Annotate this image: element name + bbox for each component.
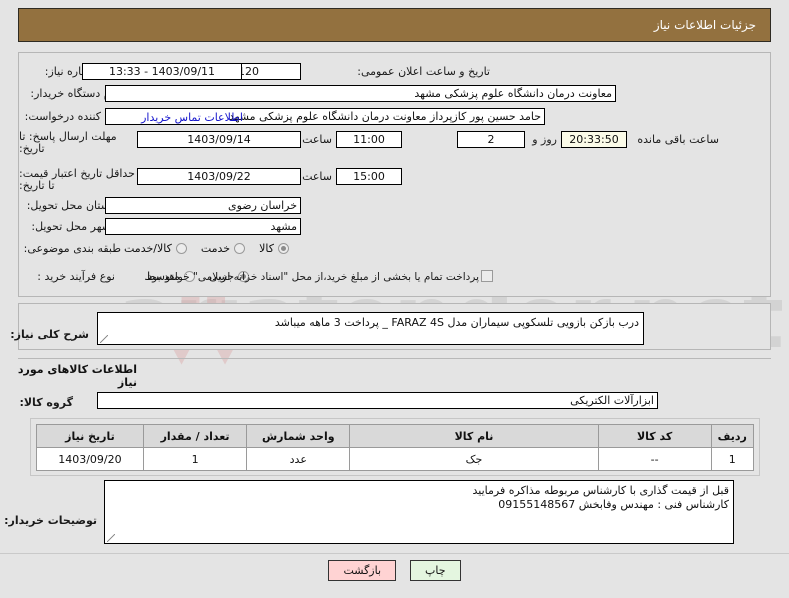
back-button[interactable]: بازگشت — [328, 560, 397, 581]
radio-icon-khedmat[interactable] — [234, 242, 246, 254]
checkbox-icon-treasury[interactable] — [481, 270, 493, 282]
action-button-bar: چاپ بازگشت — [0, 560, 789, 581]
category-option-kala[interactable]: کالا — [259, 242, 289, 255]
buyer-notes-label: توضیحات خریدار: — [4, 514, 97, 527]
remaining-days-label: روز و — [532, 133, 557, 146]
goods-col-date: تاریخ نیاز — [36, 424, 144, 448]
goods-col-unit: واحد شمارش — [246, 424, 351, 448]
deadline-date: 1403/09/14 — [137, 131, 301, 148]
cell-unit: عدد — [246, 447, 351, 471]
divider-bottom — [0, 553, 789, 554]
deadline-hour: 11:00 — [336, 131, 402, 148]
category-option-kala-label: کالا — [259, 241, 274, 255]
public-announce-date: 1403/09/11 - 13:33 — [82, 63, 242, 80]
province-label: استان محل تحویل: — [26, 199, 113, 212]
cell-radif: 1 — [710, 447, 755, 471]
buyer-contact-link[interactable]: اطلاعات تماس خریدار — [141, 111, 243, 124]
buyer-notes-line2: کارشناس فنی : مهندس وفابخش 09155148567 — [498, 498, 729, 511]
radio-icon-kala[interactable] — [278, 242, 289, 254]
print-button[interactable]: چاپ — [410, 560, 461, 581]
table-row: 1 -- جک عدد 1 1403/09/20 — [36, 447, 755, 471]
category-option-khedmat-label: خدمت — [200, 241, 231, 255]
cell-qty: 1 — [142, 447, 248, 471]
category-option-kala-khedmat[interactable]: کالا/خدمت — [124, 242, 187, 255]
remaining-time: 20:33:50 — [561, 131, 627, 148]
buyer-notes-textarea[interactable]: قبل از قیمت گذاری با کارشناس مربوطه مذاک… — [104, 480, 734, 544]
remaining-suffix-label: ساعت باقی مانده — [637, 133, 719, 146]
description-textarea[interactable]: درب بازکن بازویی تلسکوپی سیماران مدل FAR… — [97, 312, 644, 345]
treasury-checkbox-label: پرداخت تمام یا بخشی از مبلغ خرید،از محل … — [144, 271, 479, 283]
buyer-org-value: معاونت درمان دانشگاه علوم پزشکی مشهد — [105, 85, 616, 102]
goods-col-qty: تعداد / مقدار — [142, 424, 248, 448]
goods-col-code: کد کالا — [597, 424, 712, 448]
treasury-checkbox-option[interactable] — [481, 270, 493, 282]
goods-section-title: اطلاعات کالاهای مورد نیاز — [17, 363, 137, 389]
price-validity-date: 1403/09/22 — [137, 168, 301, 185]
divider-goods-top — [18, 358, 771, 359]
public-announce-label: تاریخ و ساعت اعلان عمومی: — [357, 65, 490, 78]
page-titlebar: جزئیات اطلاعات نیاز — [18, 8, 771, 42]
goods-col-radif: ردیف — [710, 424, 755, 448]
remaining-days: 2 — [457, 131, 525, 148]
goods-table: ردیف کد کالا نام کالا واحد شمارش تعداد /… — [36, 424, 755, 471]
cell-code: -- — [597, 447, 712, 471]
cell-name: جک — [349, 447, 599, 471]
cell-date: 1403/09/20 — [36, 447, 144, 471]
page-title: جزئیات اطلاعات نیاز — [653, 18, 756, 32]
city-value: مشهد — [105, 218, 301, 235]
buyer-org-label: نام دستگاه خریدار: — [30, 87, 117, 100]
deadline-label: مهلت ارسال پاسخ: تا تاریخ: — [19, 130, 117, 155]
price-validity-hour: 15:00 — [336, 168, 402, 185]
category-option-khedmat[interactable]: خدمت — [200, 241, 246, 255]
category-radio-group: کالا خدمت کالا/خدمت — [109, 239, 289, 257]
radio-icon-kala-khedmat[interactable] — [175, 242, 187, 254]
deadline-hour-label: ساعت — [302, 133, 332, 146]
price-validity-label: حداقل تاریخ اعتبار قیمت: تا تاریخ: — [19, 167, 135, 192]
description-label: شرح کلی نیاز: — [10, 328, 89, 341]
category-option-kala-khedmat-label: کالا/خدمت — [124, 241, 172, 255]
goods-table-header-row: ردیف کد کالا نام کالا واحد شمارش تعداد /… — [36, 424, 755, 448]
category-label: طبقه بندی موضوعی: — [23, 242, 121, 255]
goods-group-label: گروه کالا: — [19, 396, 73, 409]
buyer-notes-line1: قبل از قیمت گذاری با کارشناس مربوطه مذاک… — [472, 484, 729, 497]
price-validity-hour-label: ساعت — [302, 170, 332, 183]
goods-group-value: ابزارآلات الکتریکی — [97, 392, 658, 409]
city-label: شهر محل تحویل: — [31, 220, 111, 233]
goods-col-name: نام کالا — [349, 424, 599, 448]
province-value: خراسان رضوی — [105, 197, 301, 214]
